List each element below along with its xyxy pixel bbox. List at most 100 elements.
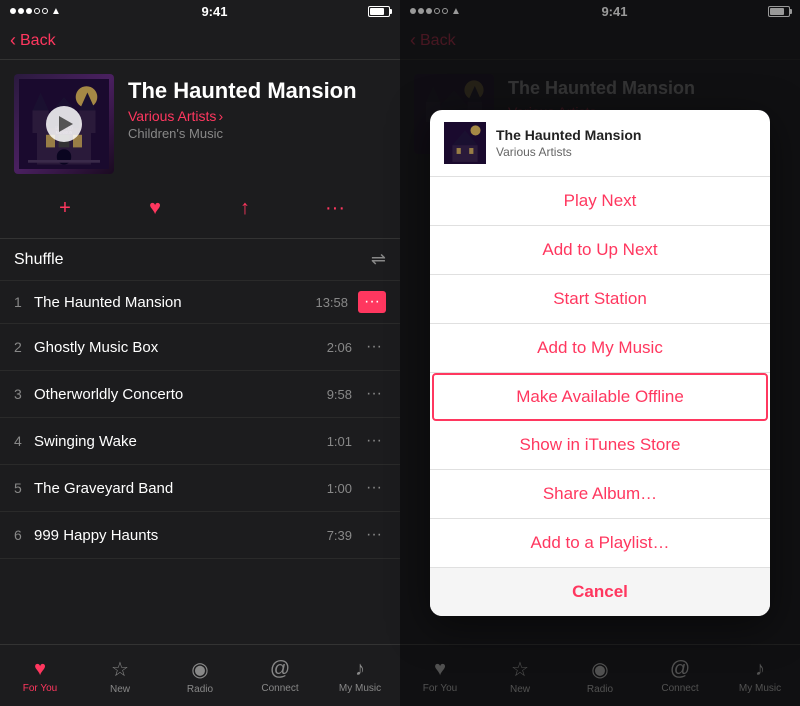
album-title-left: The Haunted Mansion <box>128 78 386 104</box>
play-button-left[interactable] <box>46 106 82 142</box>
context-item-make-available-offline[interactable]: Make Available Offline <box>432 373 768 421</box>
track-num-3: 3 <box>14 386 34 402</box>
battery-fill-left <box>370 8 384 15</box>
album-art-inner: THE HAUNTED MANSION <box>14 74 114 174</box>
shuffle-label: Shuffle <box>14 251 64 269</box>
track-name-1: The Haunted Mansion <box>34 294 315 311</box>
track-more-button-3[interactable]: ··· <box>362 381 386 407</box>
track-num-4: 4 <box>14 433 34 449</box>
track-row-5: 5 The Graveyard Band 1:00 ··· <box>0 465 400 512</box>
album-genre-left: Children's Music <box>128 126 386 141</box>
add-button-left[interactable]: + <box>47 190 83 226</box>
album-header-left: THE HAUNTED MANSION The Haunted Mansion … <box>0 60 400 184</box>
ellipsis-icon: ··· <box>325 197 345 220</box>
track-duration-4: 1:01 <box>327 434 352 449</box>
track-name-2: Ghostly Music Box <box>34 339 327 356</box>
new-icon: ☆ <box>111 657 129 682</box>
context-menu-items: Play Next Add to Up Next Start Station A… <box>430 177 770 616</box>
context-album-art <box>444 122 486 164</box>
tab-new-left[interactable]: ☆ New <box>80 645 160 706</box>
track-row-3: 3 Otherworldly Concerto 9:58 ··· <box>0 371 400 418</box>
track-duration-1: 13:58 <box>315 295 348 310</box>
left-panel: ▲ 9:41 ‹ Back <box>0 0 400 706</box>
track-duration-3: 9:58 <box>327 387 352 402</box>
context-item-share-album[interactable]: Share Album… <box>430 470 770 519</box>
play-triangle-icon <box>59 116 73 132</box>
battery-icon-left <box>368 6 390 17</box>
tab-for-you-left[interactable]: ♥ For You <box>0 645 80 706</box>
new-label: New <box>110 684 130 695</box>
track-name-3: Otherworldly Concerto <box>34 386 327 403</box>
share-button-left[interactable]: ↑ <box>227 190 263 226</box>
track-duration-5: 1:00 <box>327 481 352 496</box>
for-you-icon: ♥ <box>34 658 46 681</box>
track-duration-6: 7:39 <box>327 528 352 543</box>
context-item-add-to-playlist[interactable]: Add to a Playlist… <box>430 519 770 568</box>
connect-icon: @ <box>270 658 290 681</box>
chevron-right-icon: › <box>218 108 223 124</box>
signal-dot-4 <box>34 8 40 14</box>
track-more-button-2[interactable]: ··· <box>362 334 386 360</box>
more-button-left[interactable]: ··· <box>317 190 353 226</box>
signal-dot-3 <box>26 8 32 14</box>
track-num-6: 6 <box>14 527 34 543</box>
track-row-4: 4 Swinging Wake 1:01 ··· <box>0 418 400 465</box>
track-name-6: 999 Happy Haunts <box>34 527 327 544</box>
signal-dot-2 <box>18 8 24 14</box>
context-menu-info: The Haunted Mansion Various Artists <box>496 127 641 159</box>
context-item-add-to-my-music[interactable]: Add to My Music <box>430 324 770 373</box>
context-menu: The Haunted Mansion Various Artists Play… <box>430 110 770 616</box>
radio-label: Radio <box>187 684 213 695</box>
track-list: 1 The Haunted Mansion 13:58 ··· 2 Ghostl… <box>0 281 400 644</box>
tab-connect-left[interactable]: @ Connect <box>240 645 320 706</box>
track-name-4: Swinging Wake <box>34 433 327 450</box>
heart-icon: ♥ <box>149 197 161 220</box>
album-info-left: The Haunted Mansion Various Artists › Ch… <box>128 74 386 141</box>
album-artist-left[interactable]: Various Artists › <box>128 108 386 124</box>
signal-indicators: ▲ <box>10 6 61 17</box>
status-right-left <box>368 6 390 17</box>
track-more-button-5[interactable]: ··· <box>362 475 386 501</box>
shuffle-row: Shuffle ⇌ <box>0 239 400 281</box>
tab-bar-left: ♥ For You ☆ New ◉ Radio @ Connect ♪ My M… <box>0 644 400 706</box>
context-item-show-in-itunes-store[interactable]: Show in iTunes Store <box>430 421 770 470</box>
context-album-art-svg <box>444 122 486 164</box>
heart-button-left[interactable]: ♥ <box>137 190 173 226</box>
action-buttons-left: + ♥ ↑ ··· <box>0 184 400 239</box>
back-label-left: Back <box>20 32 56 50</box>
context-item-add-to-up-next[interactable]: Add to Up Next <box>430 226 770 275</box>
signal-dot-5 <box>42 8 48 14</box>
connect-label: Connect <box>261 683 298 694</box>
for-you-label: For You <box>23 683 57 694</box>
context-cancel-button[interactable]: Cancel <box>430 568 770 616</box>
track-more-button-1[interactable]: ··· <box>358 291 386 313</box>
track-duration-2: 2:06 <box>327 340 352 355</box>
track-more-button-6[interactable]: ··· <box>362 522 386 548</box>
track-num-2: 2 <box>14 339 34 355</box>
signal-dot-1 <box>10 8 16 14</box>
my-music-label: My Music <box>339 683 381 694</box>
track-row-6: 6 999 Happy Haunts 7:39 ··· <box>0 512 400 559</box>
chevron-left-icon: ‹ <box>10 30 16 51</box>
track-num-1: 1 <box>14 294 34 310</box>
tab-my-music-left[interactable]: ♪ My Music <box>320 645 400 706</box>
album-art-left: THE HAUNTED MANSION <box>14 74 114 174</box>
my-music-icon: ♪ <box>355 658 365 681</box>
wifi-icon: ▲ <box>51 6 61 17</box>
context-item-start-station[interactable]: Start Station <box>430 275 770 324</box>
add-icon: + <box>59 197 71 220</box>
tab-radio-left[interactable]: ◉ Radio <box>160 645 240 706</box>
context-menu-overlay: The Haunted Mansion Various Artists Play… <box>400 0 800 706</box>
right-panel: ▲ 9:41 ‹ Back <box>400 0 800 706</box>
status-bar-left: ▲ 9:41 <box>0 0 400 22</box>
context-album-title: The Haunted Mansion <box>496 127 641 143</box>
back-button-left[interactable]: ‹ Back <box>10 30 56 51</box>
status-time-left: 9:41 <box>201 4 227 19</box>
track-name-5: The Graveyard Band <box>34 480 327 497</box>
context-menu-header: The Haunted Mansion Various Artists <box>430 110 770 177</box>
track-more-button-4[interactable]: ··· <box>362 428 386 454</box>
signal-dots <box>10 8 48 14</box>
shuffle-icon[interactable]: ⇌ <box>371 249 386 270</box>
context-item-play-next[interactable]: Play Next <box>430 177 770 226</box>
radio-icon: ◉ <box>191 657 208 682</box>
